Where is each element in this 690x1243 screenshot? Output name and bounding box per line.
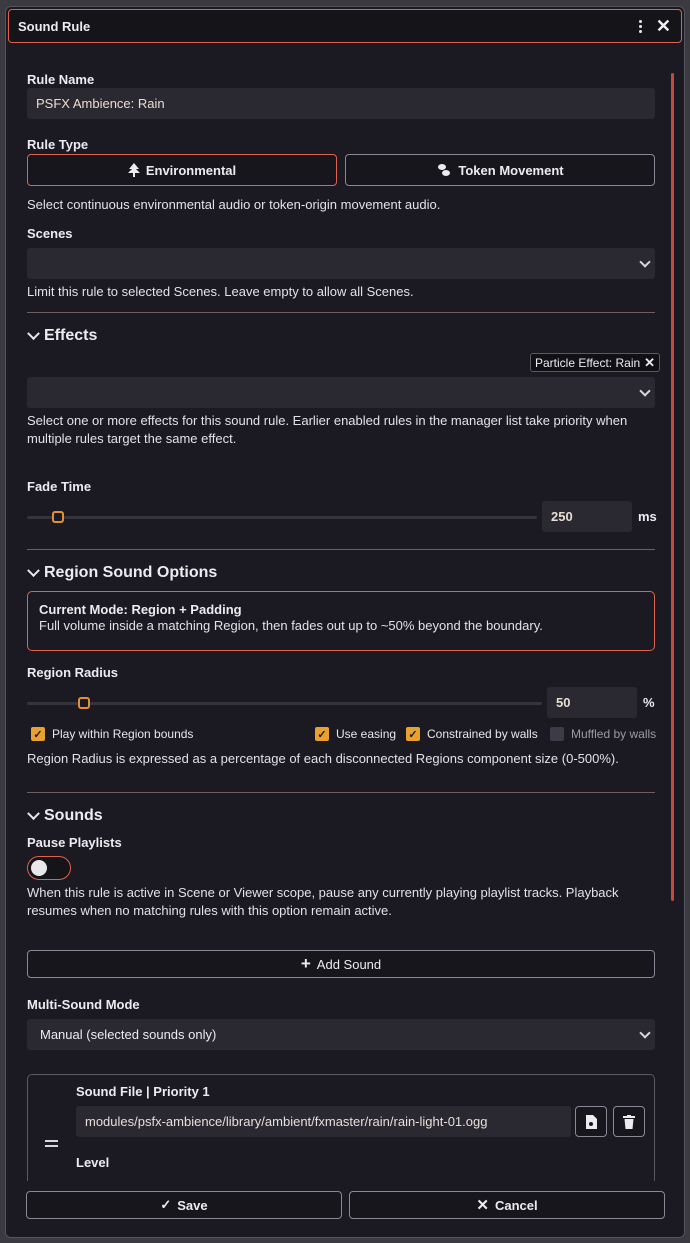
token-movement-button[interactable]: Token Movement bbox=[345, 154, 655, 186]
check-icon: ✓ bbox=[315, 727, 329, 741]
divider bbox=[27, 792, 655, 793]
chevron-down-icon bbox=[27, 326, 40, 340]
region-radius-input[interactable]: 50 bbox=[547, 687, 637, 718]
fade-time-slider-thumb[interactable] bbox=[51, 511, 64, 523]
cancel-label: Cancel bbox=[494, 1197, 538, 1213]
toggle-knob bbox=[31, 860, 47, 876]
pause-playlists-label: Pause Playlists bbox=[27, 835, 122, 850]
file-audio-icon bbox=[586, 1114, 597, 1129]
environmental-button[interactable]: Environmental bbox=[27, 154, 337, 186]
footprints-icon bbox=[438, 164, 451, 176]
fade-time-slider-track[interactable] bbox=[27, 516, 537, 519]
muffled-label: Muffled by walls bbox=[571, 727, 657, 741]
close-icon: ✕ bbox=[476, 1197, 489, 1214]
close-icon[interactable]: ✕ bbox=[656, 17, 671, 35]
save-button[interactable]: ✓ Save bbox=[26, 1191, 342, 1219]
multi-sound-mode-value: Manual (selected sounds only) bbox=[40, 1027, 217, 1042]
fade-time-input[interactable]: 250 bbox=[542, 501, 632, 532]
remove-tag-icon[interactable]: ✕ bbox=[644, 355, 655, 371]
pause-playlists-help: When this rule is active in Scene or Vie… bbox=[27, 885, 619, 918]
divider bbox=[27, 549, 655, 550]
sound-file-input[interactable]: modules/psfx-ambience/library/ambient/fx… bbox=[76, 1106, 571, 1137]
rule-type-label: Rule Type bbox=[27, 137, 89, 152]
form-content: Rule Name PSFX Ambience: Rain Rule Type … bbox=[6, 45, 684, 1181]
sounds-heading: Sounds bbox=[44, 807, 103, 824]
pause-playlists-toggle[interactable] bbox=[27, 856, 71, 880]
level-label: Level bbox=[76, 1155, 110, 1170]
scenes-label: Scenes bbox=[27, 226, 73, 241]
sound-file-label: Sound File | Priority 1 bbox=[76, 1084, 210, 1099]
environmental-label: Environmental bbox=[145, 162, 237, 178]
effects-heading: Effects bbox=[44, 327, 98, 344]
scrollbar[interactable] bbox=[671, 73, 674, 901]
use-easing-label: Use easing bbox=[336, 727, 397, 741]
fade-time-unit: ms bbox=[638, 509, 657, 524]
delete-sound-button[interactable] bbox=[613, 1106, 645, 1137]
more-options-icon[interactable] bbox=[638, 19, 644, 33]
file-picker-button[interactable] bbox=[575, 1106, 607, 1137]
cancel-button[interactable]: ✕ Cancel bbox=[349, 1191, 665, 1219]
save-label: Save bbox=[177, 1197, 208, 1213]
effects-select[interactable] bbox=[27, 377, 655, 408]
effect-tag-label: Particle Effect: Rain bbox=[535, 355, 641, 370]
footer-actions: ✓ Save ✕ Cancel bbox=[6, 1181, 684, 1237]
region-mode-title: Current Mode: Region + Padding bbox=[39, 602, 242, 617]
add-sound-button[interactable]: + Add Sound bbox=[27, 950, 655, 978]
region-radius-help: Region Radius is expressed as a percenta… bbox=[27, 751, 619, 766]
muffled-checkbox[interactable]: Muffled by walls bbox=[550, 727, 656, 741]
region-radius-unit: % bbox=[643, 695, 655, 710]
region-radius-slider-thumb[interactable] bbox=[77, 697, 90, 709]
check-icon: ✓ bbox=[31, 727, 45, 741]
region-heading: Region Sound Options bbox=[44, 564, 218, 581]
use-easing-checkbox[interactable]: ✓ Use easing bbox=[315, 727, 396, 741]
effects-help: Select one or more effects for this soun… bbox=[27, 413, 628, 446]
region-mode-desc: Full volume inside a matching Region, th… bbox=[39, 618, 543, 633]
window-titlebar[interactable]: Sound Rule ✕ bbox=[8, 9, 682, 43]
scenes-help: Limit this rule to selected Scenes. Leav… bbox=[27, 284, 414, 299]
chevron-down-icon bbox=[27, 806, 40, 820]
sounds-section-header[interactable]: Sounds bbox=[27, 806, 103, 825]
trash-icon bbox=[623, 1114, 635, 1129]
chevron-down-icon bbox=[27, 563, 40, 577]
effects-section-header[interactable]: Effects bbox=[27, 326, 98, 345]
rule-name-label: Rule Name bbox=[27, 72, 95, 87]
drag-handle-icon[interactable] bbox=[45, 1140, 58, 1147]
window-title: Sound Rule bbox=[18, 18, 91, 34]
check-icon: ✓ bbox=[160, 1197, 172, 1212]
sound-rule-window: Sound Rule ✕ Rule Name PSFX Ambience: Ra… bbox=[5, 6, 685, 1238]
rule-name-input[interactable]: PSFX Ambience: Rain bbox=[27, 88, 655, 119]
constrained-label: Constrained by walls bbox=[427, 727, 538, 741]
chevron-down-icon bbox=[639, 256, 651, 268]
plus-icon: + bbox=[300, 954, 311, 973]
check-icon: ✓ bbox=[406, 727, 420, 741]
unchecked-box-icon bbox=[550, 727, 564, 741]
tree-icon bbox=[127, 163, 140, 177]
region-section-header[interactable]: Region Sound Options bbox=[27, 563, 218, 582]
constrained-checkbox[interactable]: ✓ Constrained by walls bbox=[406, 727, 538, 741]
region-radius-slider-track[interactable] bbox=[27, 702, 542, 705]
sound-entry-card: Sound File | Priority 1 modules/psfx-amb… bbox=[27, 1074, 655, 1181]
multi-sound-mode-select[interactable]: Manual (selected sounds only) bbox=[27, 1019, 655, 1050]
token-movement-label: Token Movement bbox=[458, 162, 564, 178]
scenes-select[interactable] bbox=[27, 248, 655, 279]
play-within-checkbox[interactable]: ✓ Play within Region bounds bbox=[31, 727, 193, 741]
region-mode-callout: Current Mode: Region + Padding Full volu… bbox=[27, 591, 655, 651]
add-sound-label: Add Sound bbox=[316, 956, 382, 972]
chevron-down-icon bbox=[639, 1027, 651, 1039]
rule-type-help: Select continuous environmental audio or… bbox=[27, 197, 441, 212]
region-radius-label: Region Radius bbox=[27, 665, 119, 680]
divider bbox=[27, 312, 655, 313]
chevron-down-icon bbox=[639, 385, 651, 397]
effect-tag: Particle Effect: Rain ✕ bbox=[530, 353, 661, 372]
fade-time-label: Fade Time bbox=[27, 479, 92, 494]
multi-sound-mode-label: Multi-Sound Mode bbox=[27, 997, 140, 1012]
play-within-label: Play within Region bounds bbox=[52, 727, 194, 741]
